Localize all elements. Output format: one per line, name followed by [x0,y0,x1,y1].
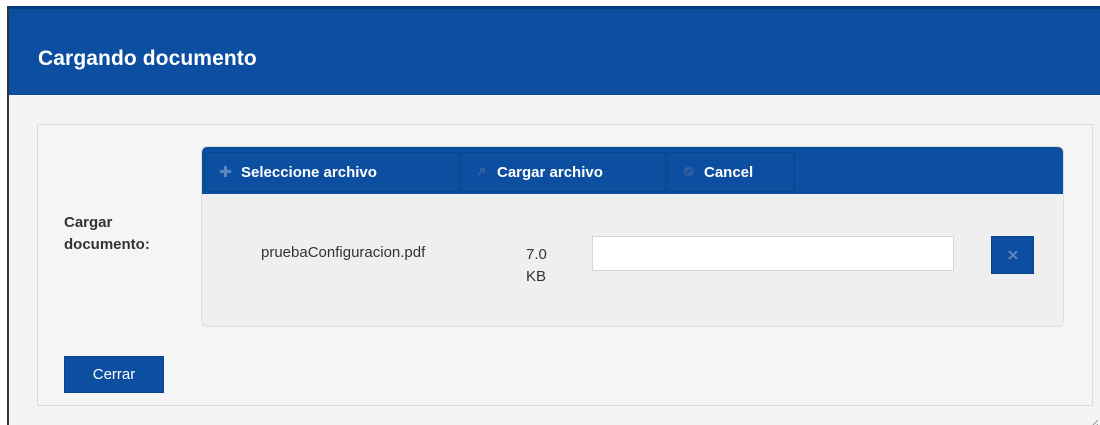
upload-progress-bar [592,236,954,271]
upload-file-button[interactable]: Cargar archivo [460,152,666,192]
dialog-titlebar: Cargando documento [9,6,1100,95]
file-name: pruebaConfiguracion.pdf [261,244,426,261]
cancel-upload-label: Cancel [704,163,754,181]
upload-arrow-icon [475,165,487,180]
upload-dialog: Cargando documento Cargar documento: Sel… [7,6,1100,425]
dialog-content: Cargar documento: Seleccione archivo Car… [37,124,1093,406]
cancel-circle-icon [682,165,694,180]
close-icon [1007,247,1018,263]
remove-file-button[interactable] [991,236,1034,274]
select-file-button[interactable]: Seleccione archivo [204,152,459,192]
close-button[interactable]: Cerrar [64,356,164,393]
upload-file-label: Cargar archivo [497,163,603,181]
file-size-unit: KB [526,268,547,285]
dialog-title: Cargando documento [38,47,257,70]
upload-toolbar: Seleccione archivo Cargar archivo Cancel [202,147,1063,194]
select-file-label: Seleccione archivo [241,163,377,181]
file-size-value: 7.0 [526,246,547,263]
plus-icon [219,165,231,180]
upload-panel: Seleccione archivo Cargar archivo Cancel… [201,146,1064,327]
file-size: 7.0 KB [526,244,566,288]
cancel-upload-button[interactable]: Cancel [667,152,795,192]
field-label-line2: documento: [64,236,150,253]
field-label: Cargar documento: [64,212,194,256]
resize-grip-icon[interactable] [1089,414,1099,425]
field-label-line1: Cargar [64,214,113,231]
